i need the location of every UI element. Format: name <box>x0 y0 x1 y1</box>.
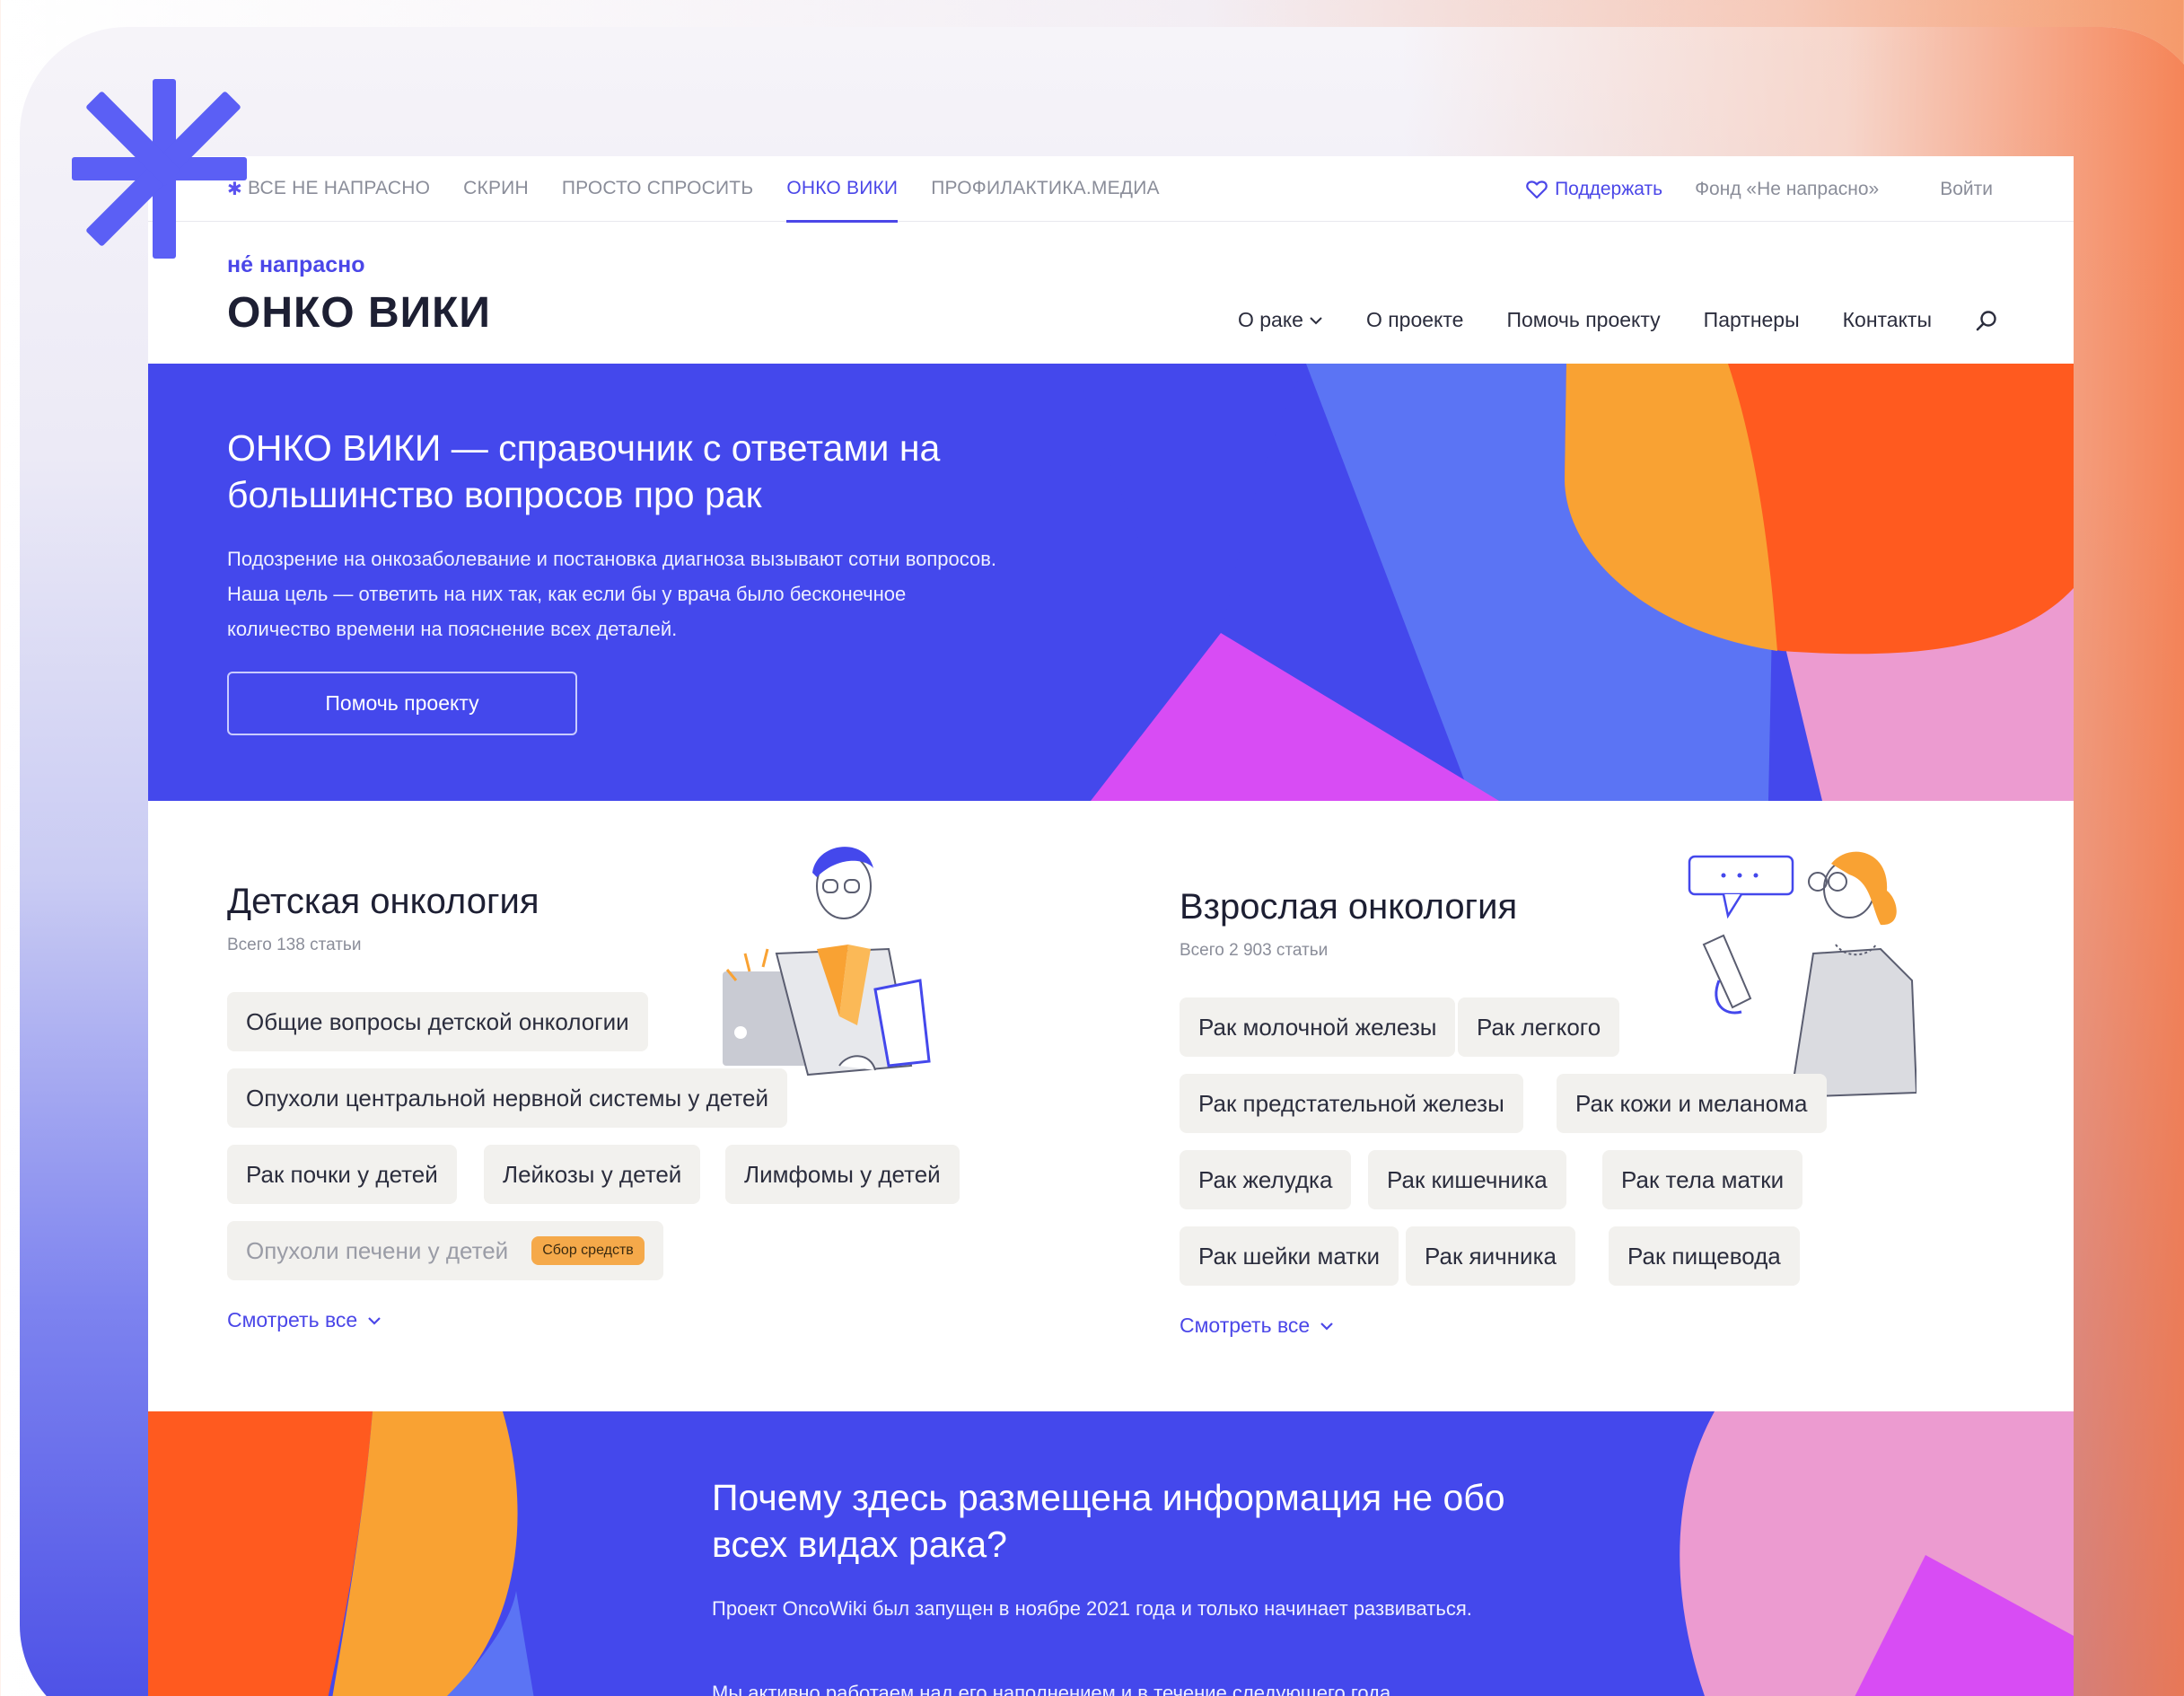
fund-link[interactable]: Фонд «Не напрасно» <box>1695 179 1879 200</box>
login-link[interactable]: Войти <box>1940 179 1993 200</box>
chip-lung-cancer[interactable]: Рак легкого <box>1458 997 1620 1057</box>
network-bar: ✱ ВСЕ НЕ НАПРАСНО СКРИН ПРОСТО СПРОСИТЬ … <box>148 156 2074 223</box>
network-right: Поддержать Фонд «Не напрасно» Войти <box>1526 156 1993 222</box>
nav-about-project[interactable]: О проекте <box>1366 308 1464 332</box>
adults-title: Взрослая онкология <box>1180 887 1518 927</box>
why-paragraph-1: Проект OncoWiki был запущен в ноябре 202… <box>712 1597 1472 1620</box>
adult-oncology-column: Взрослая онкология Всего 2 903 статьи Ра… <box>1100 801 2074 1411</box>
children-title: Детская онкология <box>227 882 539 921</box>
chevron-down-icon <box>1310 316 1322 324</box>
hero-text: Подозрение на онкозаболевание и постанов… <box>227 548 997 640</box>
site-logo-title[interactable]: ОНКО ВИКИ <box>227 288 491 338</box>
chip-children-liver[interactable]: Опухоли печени у детей Сбор средств <box>227 1221 663 1280</box>
site-header: не́ напрасно ОНКО ВИКИ О раке О проекте … <box>148 222 2074 364</box>
why-paragraph-2: Мы активно работаем над его наполнением … <box>712 1682 1391 1696</box>
why-title: Почему здесь размещена информация не обо… <box>712 1477 1505 1565</box>
chip-children-general[interactable]: Общие вопросы детской онкологии <box>227 992 648 1051</box>
chip-stomach-cancer[interactable]: Рак желудка <box>1180 1150 1352 1209</box>
fundraising-badge: Сбор средств <box>531 1236 645 1265</box>
network-item-prevention[interactable]: ПРОФИЛАКТИКА.МЕДИА <box>931 156 1159 222</box>
network-item-oncowiki[interactable]: ОНКО ВИКИ <box>786 156 899 223</box>
support-link[interactable]: Поддержать <box>1526 179 1662 200</box>
network-item-label: ВСЕ НЕ НАПРАСНО <box>247 178 431 198</box>
chip-uterine-cancer[interactable]: Рак тела матки <box>1602 1150 1803 1209</box>
nav-label: О раке <box>1237 308 1303 331</box>
adults-see-all-link[interactable]: Смотреть все <box>1180 1314 1335 1338</box>
chip-breast-cancer[interactable]: Рак молочной железы <box>1180 997 1456 1057</box>
nav-partners[interactable]: Партнеры <box>1704 308 1800 332</box>
chip-children-lymphoma[interactable]: Лимфомы у детей <box>725 1145 960 1204</box>
doctor-illustration <box>723 847 931 1076</box>
hero-banner: ОНКО ВИКИ — справочник с ответами на бол… <box>148 364 2074 801</box>
chip-esophageal-cancer[interactable]: Рак пищевода <box>1609 1226 1800 1286</box>
children-see-all-link[interactable]: Смотреть все <box>227 1308 382 1332</box>
chip-cervical-cancer[interactable]: Рак шейки матки <box>1180 1226 1399 1286</box>
asterisk-logo-icon <box>72 79 247 259</box>
why-section: Почему здесь размещена информация не обо… <box>148 1411 2074 1696</box>
nav-about-cancer[interactable]: О раке <box>1238 308 1323 332</box>
nav-contacts[interactable]: Контакты <box>1843 308 1932 332</box>
chip-colon-cancer[interactable]: Рак кишечника <box>1368 1150 1566 1209</box>
adults-count: Всего 2 903 статьи <box>1180 941 1329 960</box>
see-all-label: Смотреть все <box>1180 1314 1311 1337</box>
woman-with-phone-illustration <box>1688 851 1916 1097</box>
see-all-label: Смотреть все <box>227 1308 358 1331</box>
hero-title: ОНКО ВИКИ — справочник с ответами на бол… <box>227 427 941 515</box>
nav-help-project[interactable]: Помочь проекту <box>1506 308 1660 332</box>
network-item-ask[interactable]: ПРОСТО СПРОСИТЬ <box>562 156 754 222</box>
network-item-all[interactable]: ✱ ВСЕ НЕ НАПРАСНО <box>227 156 430 222</box>
search-icon[interactable] <box>1975 309 1998 332</box>
chip-skin-melanoma[interactable]: Рак кожи и меланома <box>1557 1074 1827 1133</box>
children-count: Всего 138 статьи <box>227 936 362 954</box>
network-item-screen[interactable]: СКРИН <box>463 156 529 222</box>
main-nav: О раке О проекте Помочь проекту Партнеры… <box>1238 308 1998 332</box>
chevron-down-icon <box>368 1316 382 1325</box>
chip-children-cns[interactable]: Опухоли центральной нервной системы у де… <box>227 1068 787 1128</box>
chip-label: Опухоли печени у детей <box>246 1236 509 1264</box>
chevron-down-icon <box>1320 1322 1334 1331</box>
chip-children-leukemia[interactable]: Лейкозы у детей <box>484 1145 701 1204</box>
chip-prostate-cancer[interactable]: Рак предстательной железы <box>1180 1074 1523 1133</box>
chip-ovarian-cancer[interactable]: Рак яичника <box>1406 1226 1575 1286</box>
browser-page: ✱ ВСЕ НЕ НАПРАСНО СКРИН ПРОСТО СПРОСИТЬ … <box>148 156 2074 1696</box>
chip-children-kidney[interactable]: Рак почки у детей <box>227 1145 457 1204</box>
hero-help-button[interactable]: Помочь проекту <box>227 672 577 735</box>
support-label: Поддержать <box>1555 178 1663 199</box>
children-oncology-column: Детская онкология Всего 138 статьи Общие… <box>148 801 1100 1411</box>
heart-icon <box>1526 180 1548 198</box>
categories-section: Детская онкология Всего 138 статьи Общие… <box>148 801 2074 1411</box>
